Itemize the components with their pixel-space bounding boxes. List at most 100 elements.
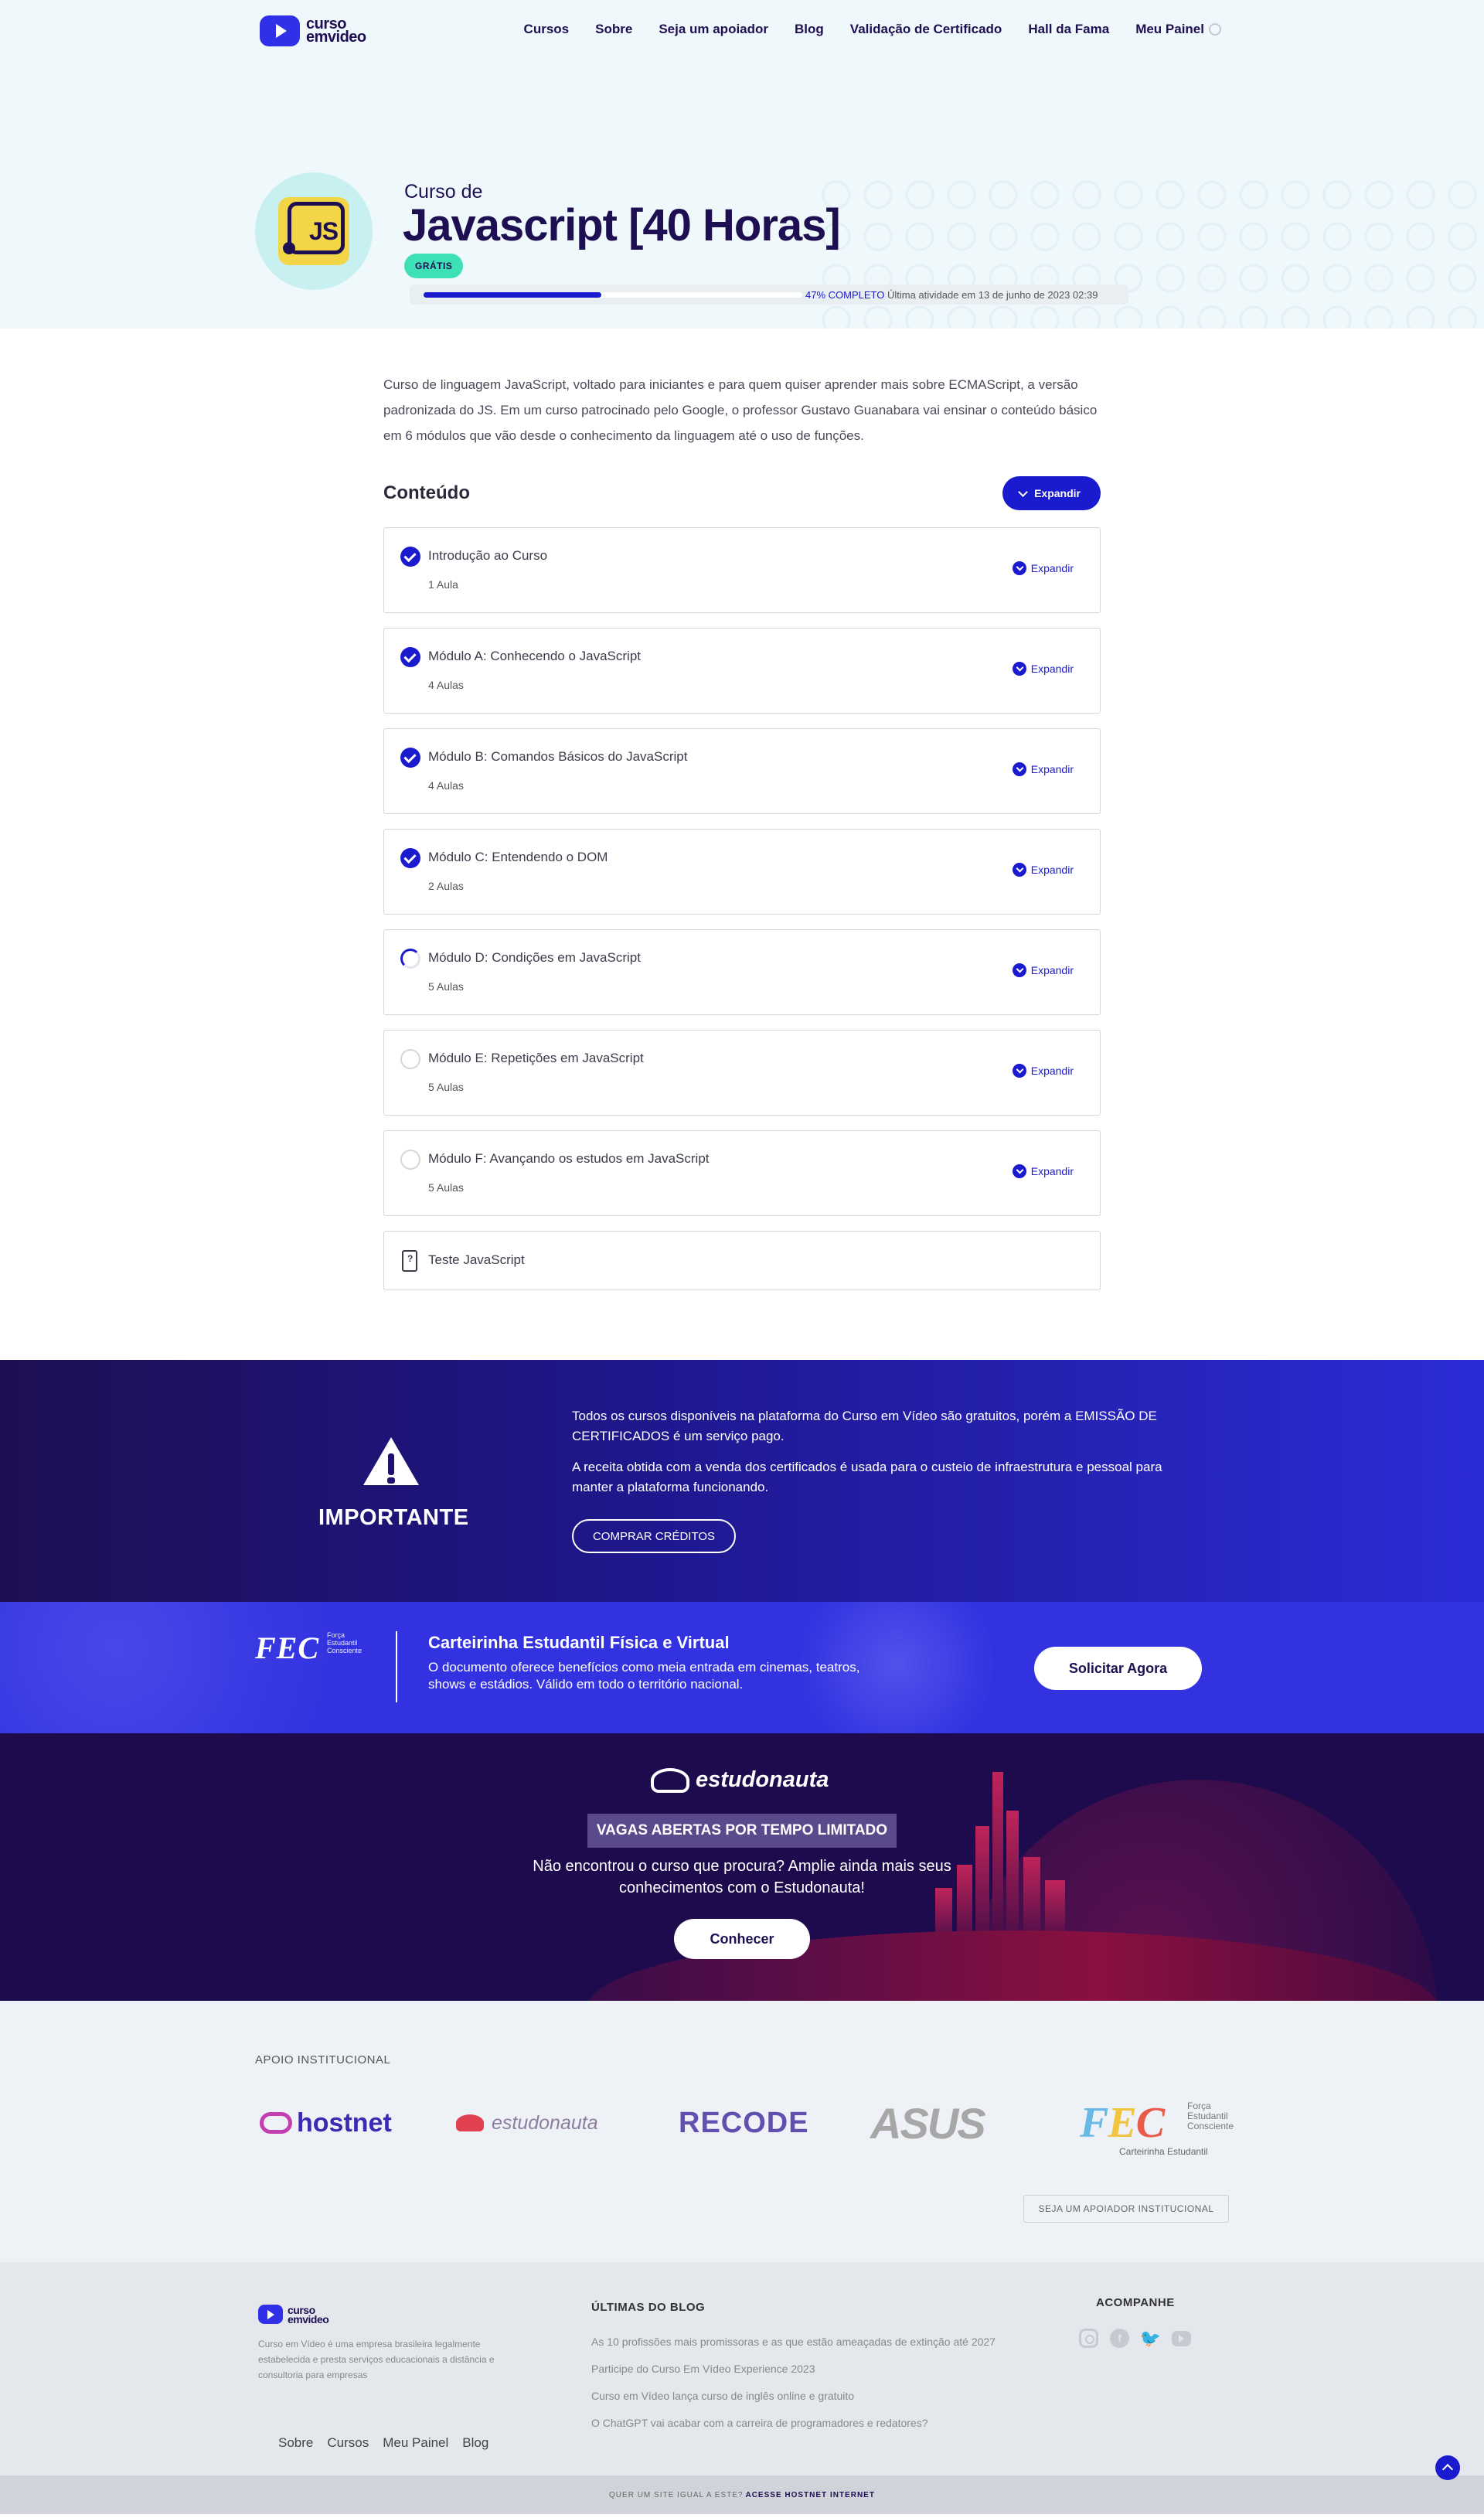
module-expand-button[interactable]: Expandir bbox=[1012, 662, 1074, 676]
youtube-icon[interactable] bbox=[1172, 2331, 1191, 2346]
module-expand-button[interactable]: Expandir bbox=[1012, 762, 1074, 776]
user-avatar-icon bbox=[1209, 23, 1221, 36]
nav-blog[interactable]: Blog bbox=[795, 22, 824, 37]
bottom-bar-text: QUER UM SITE IGUAL A ESTE? bbox=[609, 2490, 744, 2499]
become-supporter-button[interactable]: SEJA UM APOIADOR INSTITUCIONAL bbox=[1023, 2195, 1229, 2223]
module-expand-button[interactable]: Expandir bbox=[1012, 863, 1074, 877]
module-card[interactable]: Módulo F: Avançando os estudos em JavaSc… bbox=[383, 1130, 1101, 1216]
footer-logo[interactable]: curso emvideo bbox=[258, 2305, 329, 2325]
learn-more-button[interactable]: Conhecer bbox=[674, 1919, 810, 1959]
bottom-bar: QUER UM SITE IGUAL A ESTE? ACESSE HOSTNE… bbox=[0, 2475, 1484, 2514]
module-expand-button[interactable]: Expandir bbox=[1012, 1064, 1074, 1078]
nav-apoiador[interactable]: Seja um apoiador bbox=[659, 22, 768, 37]
module-expand-label: Expandir bbox=[1030, 964, 1074, 976]
completed-check-icon bbox=[400, 647, 420, 667]
module-expand-button[interactable]: Expandir bbox=[1012, 963, 1074, 977]
facebook-icon[interactable]: f bbox=[1110, 2329, 1129, 2348]
quiz-icon bbox=[402, 1250, 417, 1272]
free-badge: GRÁTIS bbox=[404, 254, 464, 278]
module-title: Módulo D: Condições em JavaScript bbox=[428, 950, 641, 965]
nav-validacao[interactable]: Validação de Certificado bbox=[850, 22, 1002, 37]
module-title: Introdução ao Curso bbox=[428, 548, 548, 563]
quiz-card[interactable]: Teste JavaScript bbox=[383, 1231, 1101, 1290]
nav-cursos[interactable]: Cursos bbox=[524, 22, 570, 37]
module-title: Módulo A: Conhecendo o JavaScript bbox=[428, 649, 642, 663]
course-icon-circle: JS bbox=[255, 172, 373, 290]
tower-illustration bbox=[992, 1772, 1003, 1934]
play-logo-icon bbox=[258, 2305, 283, 2324]
module-title: Módulo B: Comandos Básicos do JavaScript bbox=[428, 749, 688, 764]
estudonauta-logo: estudonauta bbox=[651, 1767, 829, 1793]
follow-title: ACOMPANHE bbox=[1096, 2296, 1175, 2309]
footer-link-sobre[interactable]: Sobre bbox=[278, 2435, 313, 2451]
module-card[interactable]: Módulo C: Entendendo o DOM 2 Aulas Expan… bbox=[383, 829, 1101, 915]
blog-post-link[interactable]: Participe do Curso Em Vídeo Experience 2… bbox=[591, 2356, 996, 2383]
module-lesson-count: 1 Aula bbox=[428, 578, 458, 591]
in-progress-icon bbox=[400, 949, 420, 969]
background-pattern bbox=[819, 178, 1484, 329]
blog-post-link[interactable]: As 10 profissões mais promissoras e as q… bbox=[591, 2329, 996, 2356]
module-expand-label: Expandir bbox=[1030, 1165, 1074, 1177]
hostnet-link[interactable]: ACESSE HOSTNET INTERNET bbox=[745, 2491, 874, 2499]
progress-bar-fill bbox=[424, 292, 602, 298]
module-expand-label: Expandir bbox=[1030, 864, 1074, 876]
quiz-title: Teste JavaScript bbox=[428, 1252, 525, 1267]
module-expand-button[interactable]: Expandir bbox=[1012, 561, 1074, 575]
content-header: Conteúdo Expandir bbox=[383, 476, 1101, 510]
nav-hall-da-fama[interactable]: Hall da Fama bbox=[1028, 22, 1109, 37]
estudonauta-description: Não encontrou o curso que procura? Ampli… bbox=[533, 1858, 951, 1896]
expand-all-button[interactable]: Expandir bbox=[1002, 476, 1101, 510]
page-title: Javascript [40 Horas] bbox=[403, 200, 841, 250]
chevron-down-circle-icon bbox=[1012, 1164, 1026, 1178]
not-started-circle-icon bbox=[400, 1150, 420, 1170]
last-activity: Última atividade em 13 de junho de 2023 … bbox=[887, 289, 1098, 301]
footer-link-meu-painel[interactable]: Meu Painel bbox=[383, 2435, 448, 2451]
divider bbox=[396, 1631, 397, 1702]
javascript-icon-label: JS bbox=[309, 217, 339, 245]
module-lesson-count: 5 Aulas bbox=[428, 980, 464, 993]
footer-link-blog[interactable]: Blog bbox=[462, 2435, 488, 2451]
chevron-down-circle-icon bbox=[1012, 662, 1026, 676]
asus-logo[interactable]: ASUS bbox=[870, 2099, 986, 2148]
buy-credits-button[interactable]: COMPRAR CRÉDITOS bbox=[572, 1519, 736, 1553]
certificate-notice: IMPORTANTE Todos os cursos disponíveis n… bbox=[0, 1360, 1484, 1602]
institutional-support: APOIO INSTITUCIONAL hostnet estudonauta … bbox=[0, 2001, 1484, 2262]
completed-check-icon bbox=[400, 848, 420, 868]
limited-offer-badge: VAGAS ABERTAS POR TEMPO LIMITADO bbox=[587, 1814, 897, 1848]
blog-post-link[interactable]: Curso em Vídeo lança curso de inglês onl… bbox=[591, 2383, 996, 2410]
module-expand-label: Expandir bbox=[1030, 763, 1074, 775]
chevron-down-circle-icon bbox=[1012, 561, 1026, 575]
footer: curso emvideo Curso em Vídeo é uma empre… bbox=[0, 2262, 1484, 2480]
chevron-down-icon bbox=[1018, 486, 1028, 497]
nav-sobre[interactable]: Sobre bbox=[595, 22, 632, 37]
site-logo[interactable]: curso emvideo bbox=[260, 15, 366, 46]
estudonauta-sponsor-logo[interactable]: estudonauta bbox=[456, 2100, 598, 2146]
footer-about: Curso em Vídeo é uma empresa brasileira … bbox=[258, 2339, 495, 2380]
module-expand-button[interactable]: Expandir bbox=[1012, 1164, 1074, 1178]
footer-link-cursos[interactable]: Cursos bbox=[327, 2435, 369, 2451]
fec-sponsor-logo[interactable]: FEC bbox=[1080, 2099, 1165, 2147]
course-description: Curso de linguagem JavaScript, voltado p… bbox=[383, 377, 1098, 443]
logo-line-2: emvideo bbox=[306, 29, 366, 46]
module-expand-label: Expandir bbox=[1030, 663, 1074, 675]
module-card[interactable]: Módulo E: Repetições em JavaScript 5 Aul… bbox=[383, 1030, 1101, 1116]
twitter-icon[interactable]: 🐦 bbox=[1140, 2329, 1161, 2348]
module-card[interactable]: Módulo A: Conhecendo o JavaScript 4 Aula… bbox=[383, 628, 1101, 714]
instagram-icon[interactable] bbox=[1079, 2329, 1098, 2348]
request-card-button[interactable]: Solicitar Agora bbox=[1034, 1647, 1202, 1690]
fec-description: O documento oferece benefícios como meia… bbox=[428, 1660, 860, 1692]
fec-logo-subtitle: Força Estudantil Consciente bbox=[327, 1631, 362, 1654]
module-card[interactable]: Módulo B: Comandos Básicos do JavaScript… bbox=[383, 728, 1101, 814]
blog-post-link[interactable]: O ChatGPT vai acabar com a carreira de p… bbox=[591, 2410, 996, 2437]
blog-section-title: ÚLTIMAS DO BLOG bbox=[591, 2301, 706, 2314]
fec-sponsor-tagline: Carteirinha Estudantil bbox=[1119, 2146, 1208, 2157]
back-to-top-button[interactable] bbox=[1435, 2455, 1460, 2480]
completed-check-icon bbox=[400, 748, 420, 768]
hostnet-logo[interactable]: hostnet bbox=[260, 2100, 392, 2146]
module-expand-label: Expandir bbox=[1030, 1065, 1074, 1077]
module-card[interactable]: Módulo D: Condições em JavaScript 5 Aula… bbox=[383, 929, 1101, 1015]
recode-logo[interactable]: RECODE bbox=[679, 2100, 809, 2146]
module-card[interactable]: Introdução ao Curso 1 Aula Expandir bbox=[383, 527, 1101, 613]
cloud-icon bbox=[260, 2112, 292, 2134]
nav-meu-painel[interactable]: Meu Painel bbox=[1135, 22, 1221, 37]
